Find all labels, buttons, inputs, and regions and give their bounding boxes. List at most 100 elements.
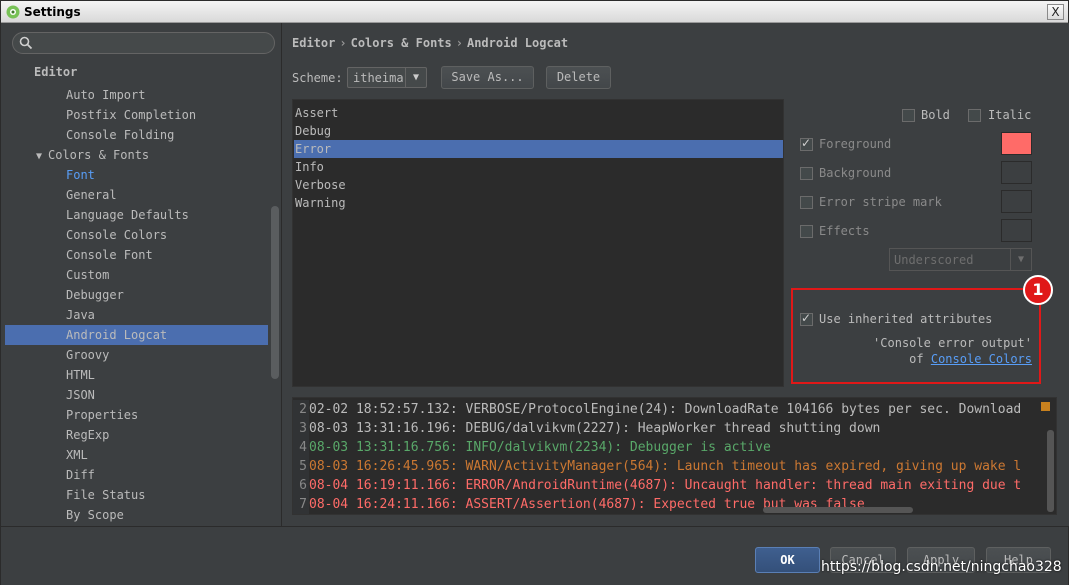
chevron-down-icon[interactable]: ▼ <box>36 147 48 167</box>
annotation-highlight-box <box>791 288 1041 384</box>
error-stripe-checkbox[interactable] <box>800 196 813 209</box>
sidebar-item-label: By Scope <box>66 508 124 522</box>
token-item[interactable]: Assert <box>294 104 783 122</box>
sidebar-item-label: General <box>66 188 117 202</box>
sidebar-item-label: Postfix Completion <box>66 108 197 122</box>
sidebar-item-label: Console Font <box>66 248 153 262</box>
foreground-label: Foreground <box>819 137 892 151</box>
token-item[interactable]: Error <box>294 140 783 158</box>
sidebar-item-label: Editor <box>34 65 78 79</box>
sidebar-item-label: JSON <box>66 388 95 402</box>
preview-vertical-scrollbar[interactable] <box>1047 430 1054 512</box>
sidebar-item-label: Android Logcat <box>66 328 168 342</box>
delete-button[interactable]: Delete <box>546 66 611 89</box>
sidebar-item[interactable]: General <box>66 185 117 205</box>
effects-color-swatch[interactable] <box>1001 219 1032 242</box>
sidebar-item[interactable]: Editor <box>34 62 77 82</box>
log-text: 08-03 16:26:45.965: WARN/ActivityManager… <box>309 459 1022 474</box>
sidebar-item-label: Java <box>66 308 95 322</box>
log-text: 08-03 13:31:16.196: DEBUG/dalvikvm(2227)… <box>309 421 881 436</box>
error-stripe-label: Error stripe mark <box>819 195 942 209</box>
sidebar-item-label: File Status <box>66 488 146 502</box>
sidebar-item[interactable]: Java <box>66 305 95 325</box>
foreground-color-swatch[interactable] <box>1001 132 1032 155</box>
error-marker-icon[interactable] <box>1041 402 1050 411</box>
search-icon <box>19 36 33 50</box>
sidebar-item[interactable]: Font <box>66 165 95 185</box>
breadcrumb-android-logcat: Android Logcat <box>466 36 569 50</box>
line-number: 7 <box>293 495 309 514</box>
sidebar-item[interactable]: Custom <box>66 265 109 285</box>
sidebar-item[interactable]: HTML <box>66 365 95 385</box>
token-item[interactable]: Verbose <box>294 176 783 194</box>
sidebar-item[interactable]: XML <box>66 445 88 465</box>
sidebar-item[interactable]: Console Folding <box>66 125 174 145</box>
chevron-down-icon: ▼ <box>1010 249 1031 270</box>
log-text: 02-02 18:52:57.132: VERBOSE/ProtocolEngi… <box>309 402 1022 417</box>
ok-button[interactable]: OK <box>755 547 820 573</box>
logcat-token-list[interactable]: Assert Debug Error Info Verbose Warning <box>292 99 784 387</box>
line-number: 2 <box>293 400 309 419</box>
sidebar-item-label: XML <box>66 448 88 462</box>
breadcrumb-colors-fonts: Colors & Fonts <box>350 36 452 50</box>
sidebar-item[interactable]: JSON <box>66 385 95 405</box>
italic-label: Italic <box>988 108 1032 122</box>
error-stripe-color-swatch[interactable] <box>1001 190 1032 213</box>
sidebar-item-label: Groovy <box>66 348 110 362</box>
chevron-down-icon: ▼ <box>405 68 426 87</box>
title-bar[interactable]: Settings X <box>1 1 1068 23</box>
sidebar-scrollbar[interactable] <box>271 206 279 379</box>
foreground-checkbox[interactable] <box>800 136 813 151</box>
italic-checkbox[interactable] <box>968 109 981 122</box>
settings-sidebar: Editor Auto Import Postfix Completion Conso… <box>1 23 282 526</box>
sidebar-item-label: Properties <box>66 408 139 422</box>
sidebar-item[interactable]: Properties <box>66 405 138 425</box>
effects-type-dropdown[interactable]: Underscored ▼ <box>889 248 1032 271</box>
search-input[interactable] <box>12 32 275 54</box>
sidebar-item-label: Console Folding <box>66 128 175 142</box>
sidebar-item[interactable]: Groovy <box>66 345 109 365</box>
sidebar-item-label: Diff <box>66 468 95 482</box>
line-number: 6 <box>293 476 309 495</box>
sidebar-item[interactable]: By Scope <box>66 505 124 525</box>
dialog-footer: OK Cancel Apply Help https://blog.csdn.n… <box>1 526 1068 585</box>
sidebar-item[interactable]: Diff <box>66 465 95 485</box>
token-item[interactable]: Debug <box>294 122 783 140</box>
sidebar-item[interactable]: RegExp <box>66 425 109 445</box>
scheme-label: Scheme: <box>292 71 343 85</box>
sidebar-item[interactable]: Console Colors <box>66 225 167 245</box>
save-as-button[interactable]: Save As... <box>441 66 534 89</box>
sidebar-item-label: Colors & Fonts <box>48 148 150 162</box>
line-number: 3 <box>293 419 309 438</box>
window-title: Settings <box>24 5 81 19</box>
breadcrumb: Editor › Colors & Fonts › Android Logcat <box>292 36 568 50</box>
preview-line: 5 08-03 16:26:45.965: WARN/ActivityManage… <box>293 457 1021 476</box>
background-checkbox[interactable] <box>800 167 813 180</box>
line-number: 4 <box>293 438 309 457</box>
scheme-dropdown[interactable]: itheima ▼ <box>347 67 427 88</box>
sidebar-item[interactable]: Debugger <box>66 285 124 305</box>
effects-checkbox[interactable] <box>800 225 813 238</box>
sidebar-item-label: HTML <box>66 368 95 382</box>
background-color-swatch[interactable] <box>1001 161 1032 184</box>
token-item[interactable]: Info <box>294 158 783 176</box>
close-button[interactable]: X <box>1047 4 1064 20</box>
preview-line: 2 02-02 18:52:57.132: VERBOSE/ProtocolEng… <box>293 400 1021 419</box>
sidebar-item[interactable]: Auto Import <box>66 85 145 105</box>
sidebar-item[interactable]: Console Font <box>66 245 153 265</box>
token-item[interactable]: Warning <box>294 194 783 212</box>
sidebar-item[interactable]: Language Defaults <box>66 205 189 225</box>
logcat-preview[interactable]: 2 02-02 18:52:57.132: VERBOSE/ProtocolEng… <box>292 397 1057 515</box>
sidebar-item[interactable]: Android Logcat <box>5 325 268 345</box>
sidebar-item[interactable]: Postfix Completion <box>66 105 196 125</box>
log-text: 08-03 13:31:16.756: INFO/dalvikvm(2234):… <box>309 440 771 455</box>
scheme-value: itheima <box>353 71 404 85</box>
breadcrumb-editor: Editor <box>292 36 336 50</box>
sidebar-item[interactable]: File Status <box>66 485 145 505</box>
sidebar-item[interactable]: ▼ Colors & Fonts <box>36 145 149 165</box>
preview-horizontal-scrollbar[interactable] <box>763 507 913 513</box>
bold-checkbox[interactable] <box>902 109 915 122</box>
effects-type-value: Underscored <box>894 253 974 267</box>
preview-line: 6 08-04 16:19:11.166: ERROR/AndroidRuntim… <box>293 476 1021 495</box>
settings-content: Editor › Colors & Fonts › Android Logcat Sch… <box>283 23 1069 526</box>
